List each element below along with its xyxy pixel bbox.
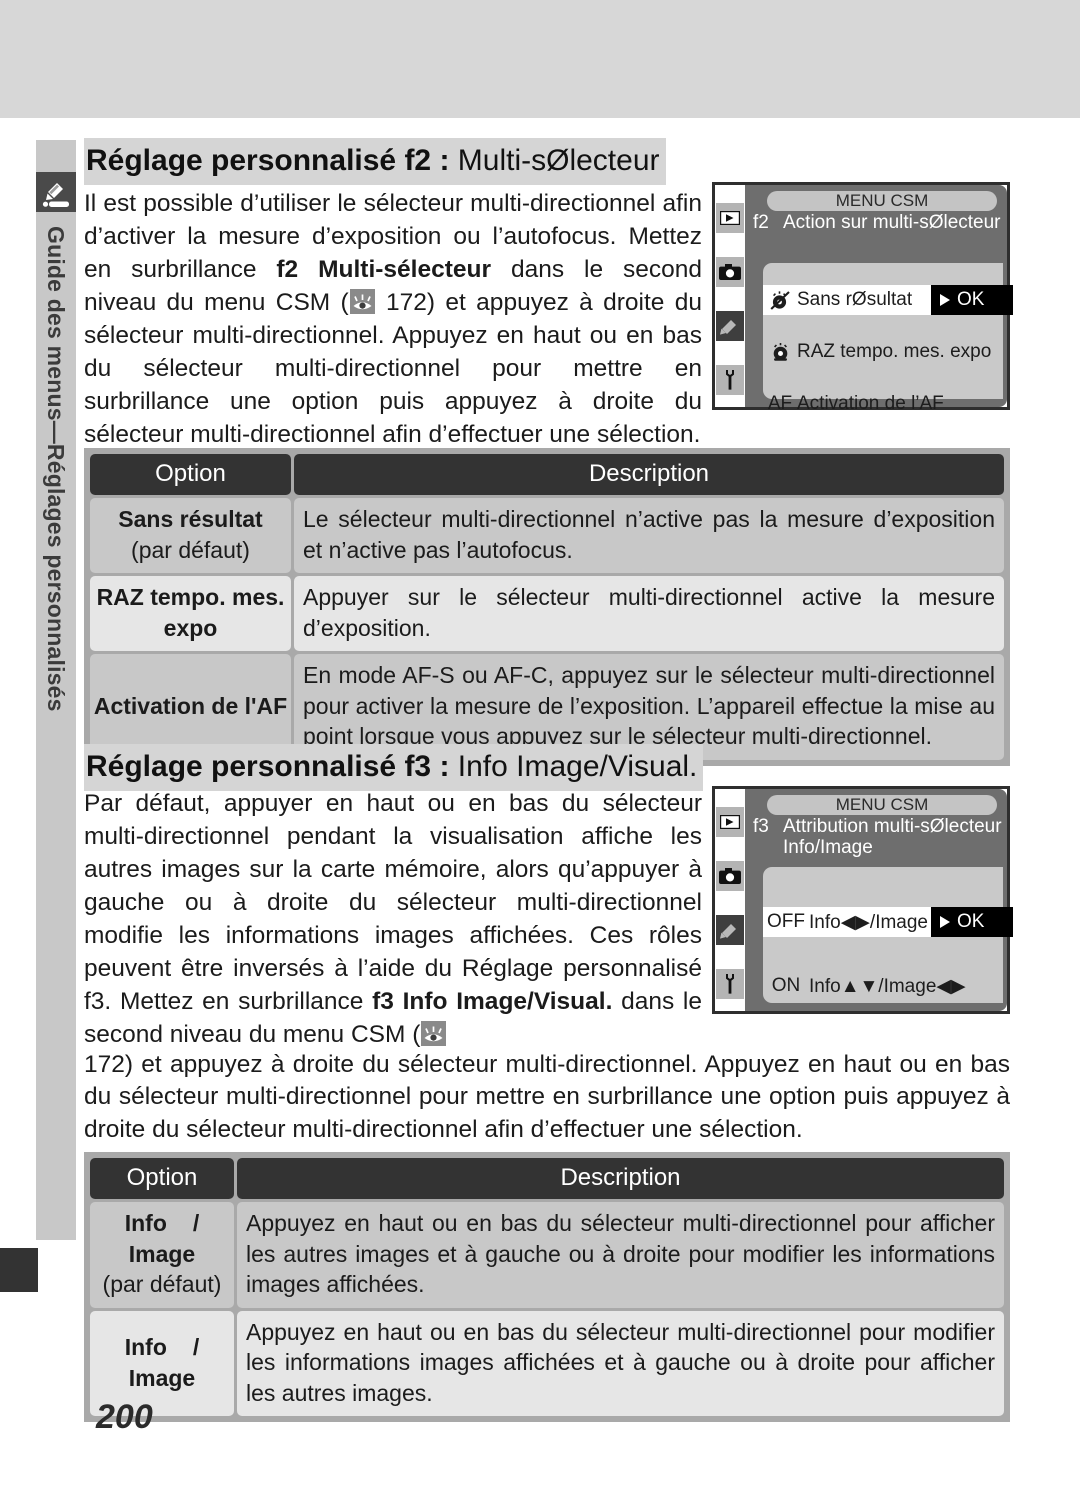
section-heading-f2-light: Multi-sØlecteur [449, 144, 660, 177]
table-header-description: Description [294, 454, 1004, 495]
sidebar-label: Guide des menus—Réglages personnalisés [43, 226, 69, 712]
paragraph-bold-1: f3 Info Image/Visual. [372, 987, 613, 1015]
paragraph-bold-1: f2 Multi-sélecteur [276, 255, 492, 283]
table-header-option: Option [90, 1158, 234, 1199]
paragraph-part-1: Par défaut, appuyer en haut ou en bas du… [84, 790, 702, 1015]
option-name-top: Info [124, 1210, 167, 1236]
options-table-f2: Option Description Sans résultat (par dé… [84, 448, 1010, 767]
option-name-bottom: Image [128, 1364, 196, 1391]
table-cell-option: RAZ tempo. mes. expo [90, 576, 291, 652]
section-heading-f3-bold: Réglage personnalisé f3 : [86, 750, 450, 783]
eye-reference-icon [421, 1020, 447, 1046]
table-cell-option: Info / Image (par défaut) [90, 1202, 234, 1308]
table-header-row: Option Description [90, 1158, 1004, 1199]
section-f2-paragraph: Il est possible d’utiliser le sélecteur … [84, 188, 702, 452]
page-top-band [0, 0, 1080, 118]
option-slash: / [192, 1210, 200, 1236]
section-heading-f3: Réglage personnalisé f3 : Info Image/Vis… [84, 744, 704, 791]
section-edge-marker [0, 1248, 38, 1292]
table-row: Info / Image (par défaut) Appuyez en haut… [90, 1202, 1004, 1308]
pencil-icon [36, 172, 76, 212]
table-cell-description: Appuyer sur le sélecteur multi-direction… [294, 576, 1004, 652]
option-name-bottom: Image [128, 1240, 196, 1267]
table-cell-description: Le sélecteur multi-directionnel n’active… [294, 498, 1004, 574]
table-cell-description: Appuyez en haut ou en bas du sélecteur m… [237, 1310, 1004, 1417]
option-default-note: (par défaut) [102, 1271, 222, 1298]
table-cell-option: Sans résultat (par défaut) [90, 498, 291, 574]
option-slash: / [192, 1334, 200, 1361]
section-f3-paragraph: Par défaut, appuyer en haut ou en bas du… [84, 788, 702, 1052]
table-header-description: Description [237, 1158, 1004, 1199]
table-header-option: Option [90, 454, 291, 495]
section-heading-f3-light: Info Image/Visual. [449, 750, 698, 783]
table-row: Info / Image Appuyez en haut ou en bas du… [90, 1310, 1004, 1417]
section-heading-f2: Réglage personnalisé f2 : Multi-sØlecteu… [84, 138, 666, 185]
table-row: Sans résultat (par défaut) Le sélecteur … [90, 498, 1004, 574]
table-header-row: Option Description [90, 454, 1004, 495]
table-cell-description: Appuyez en haut ou en bas du sélecteur m… [237, 1202, 1004, 1308]
section-heading-f2-bold: Réglage personnalisé f2 : [86, 144, 450, 177]
page-number: 200 [96, 1398, 153, 1436]
table-row: RAZ tempo. mes. expo Appuyer sur le séle… [90, 576, 1004, 652]
option-name-top: Info [124, 1334, 167, 1361]
eye-reference-icon [349, 288, 375, 314]
section-f3-paragraph-continued: 172) et appuyez à droite du sélecteur mu… [84, 1050, 1010, 1144]
option-name: Sans résultat [118, 506, 263, 532]
options-table-f3: Option Description Info / Image (par défa… [84, 1152, 1010, 1423]
option-default-note: (par défaut) [131, 536, 250, 563]
